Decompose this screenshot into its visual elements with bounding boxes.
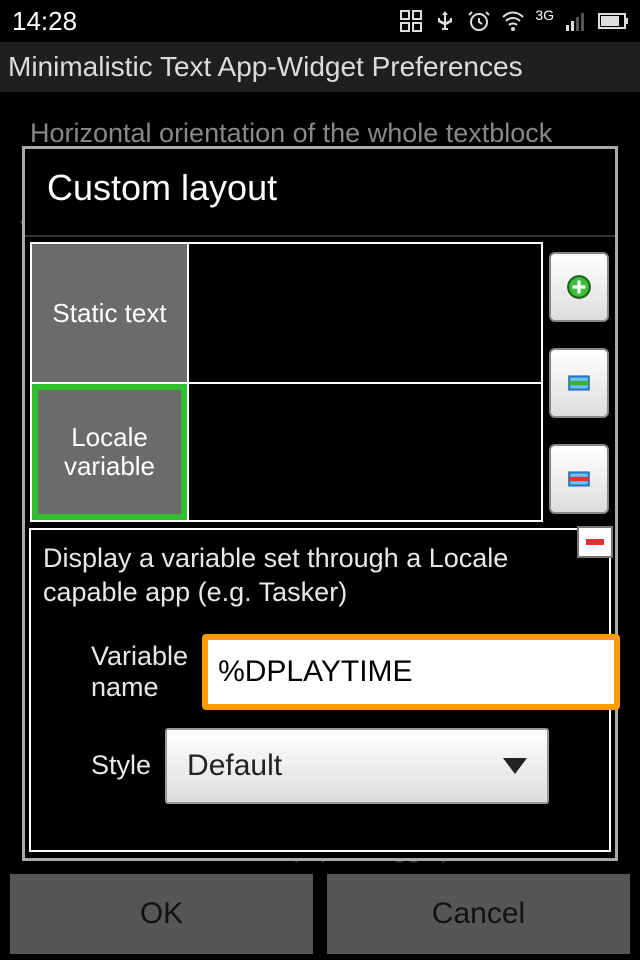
remove-button[interactable] [549,444,609,514]
plus-icon [566,274,592,300]
signal-icon [564,9,588,33]
insert-button[interactable] [549,348,609,418]
layout-row-static[interactable]: Static text [32,244,541,382]
cell-locale-variable[interactable]: Locale variable [32,384,187,520]
cell-static-text[interactable]: Static text [32,244,187,382]
battery-icon [598,9,628,33]
app-header: Minimalistic Text App-Widget Preferences [0,42,640,92]
detail-description: Display a variable set through a Locale … [41,540,599,626]
apps-icon [399,9,423,33]
layout-rows: Static text Locale variable [30,242,543,522]
variable-name-label: Variable name [91,641,188,703]
cancel-button[interactable]: Cancel [327,874,630,954]
chevron-down-icon [503,758,527,774]
side-buttons [549,242,609,522]
style-label: Style [91,750,151,781]
detail-panel: Display a variable set through a Locale … [29,528,611,852]
usb-icon [433,9,457,33]
ok-button[interactable]: OK [10,874,313,954]
clock: 14:28 [12,6,77,37]
network-label: 3G [535,9,554,33]
layout-row-locale[interactable]: Locale variable [32,382,541,520]
remove-icon [566,466,592,492]
custom-layout-dialog: Custom layout Static text Locale variabl… [22,146,618,861]
minus-icon [583,534,607,550]
insert-icon [566,370,592,396]
dialog-button-bar: OK Cancel [0,874,640,960]
cell-static-empty[interactable] [187,244,541,382]
wifi-icon [501,9,525,33]
status-bar: 14:28 3G [0,0,640,42]
detail-close-button[interactable] [577,526,613,558]
cell-locale-empty[interactable] [187,384,541,520]
style-value: Default [187,749,282,783]
alarm-icon [467,9,491,33]
variable-name-input[interactable] [202,634,620,710]
status-icons: 3G [399,9,628,33]
add-button[interactable] [549,252,609,322]
app-title-text: Minimalistic Text App-Widget Preferences [8,51,523,83]
style-select[interactable]: Default [165,728,549,804]
dialog-title: Custom layout [25,149,615,237]
